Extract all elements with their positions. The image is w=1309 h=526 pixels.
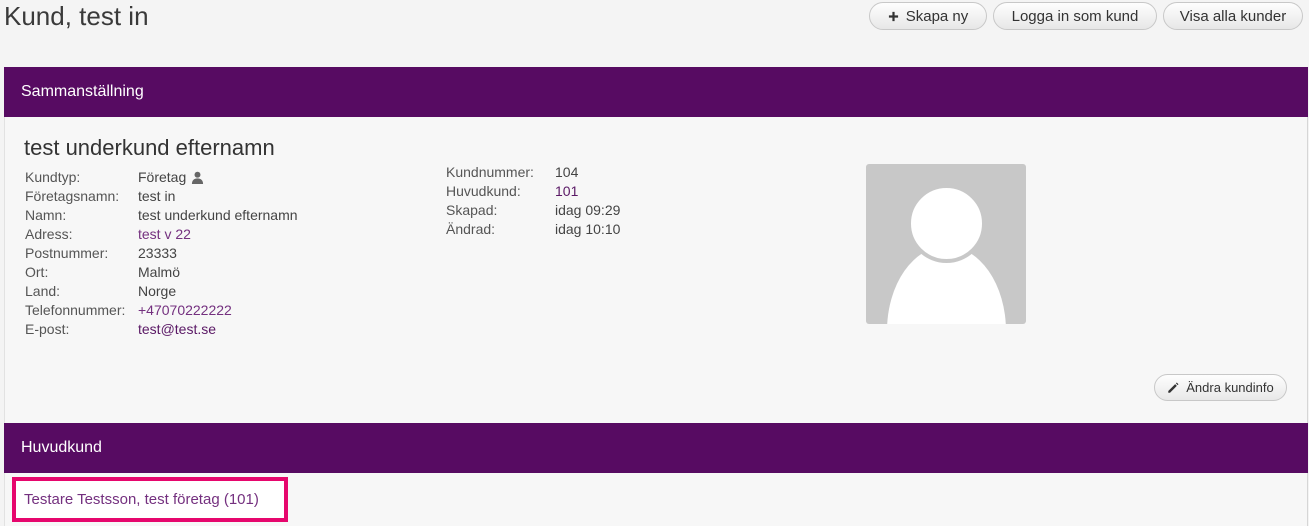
summary-panel-header: Sammanställning [4,67,1308,117]
detail-value: test underkund efternamn [138,207,298,223]
meta-row-changed: Ändrad: idag 10:10 [446,220,620,239]
detail-row-name: Namn: test underkund efternamn [25,206,298,225]
avatar-head [907,184,986,263]
detail-label: Företagsnamn: [25,188,120,204]
detail-label: Postnummer: [25,245,109,261]
email-link[interactable]: test@test.se [138,320,216,339]
meta-row-customer-number: Kundnummer: 104 [446,163,620,182]
login-as-customer-label: Logga in som kund [1011,7,1139,25]
meta-value: idag 09:29 [555,202,621,218]
meta-value: 104 [555,164,579,180]
detail-value: 23333 [138,245,177,261]
meta-label: Skapad: [446,202,498,218]
detail-row-company-name: Företagsnamn: test in [25,187,298,206]
show-all-customers-button[interactable]: Visa alla kunder [1163,2,1303,30]
meta-row-parent-customer: Huvudkund: 101 [446,182,620,201]
parent-customer-panel-header: Huvudkund [4,423,1308,473]
detail-label: Namn: [25,207,67,223]
page-title: Kund, test in [4,1,149,31]
parent-customer-number-link[interactable]: 101 [555,182,578,201]
detail-value: Norge [138,283,177,299]
edit-customer-info-button[interactable]: Ändra kundinfo [1154,374,1287,401]
meta-value: idag 10:10 [555,221,621,237]
detail-row-city: Ort: Malmö [25,263,298,282]
parent-customer-link[interactable]: Testare Testsson, test företag (101) [24,481,284,518]
meta-label: Ändrad: [446,221,496,237]
meta-label: Kundnummer: [446,164,534,180]
detail-row-address: Adress: test v 22 [25,225,298,244]
phone-link[interactable]: +47070222222 [138,301,232,320]
edit-customer-info-label: Ändra kundinfo [1186,380,1274,395]
plus-icon [888,11,899,22]
create-new-label: Skapa ny [905,7,969,25]
detail-value: Företag [138,169,187,185]
address-link[interactable]: test v 22 [138,225,191,244]
customer-details-list: Kundtyp: Företag Företagsnamn: test in N… [25,168,298,339]
detail-value: test in [138,188,176,204]
detail-label: Telefonnummer: [25,302,126,318]
show-all-customers-label: Visa alla kunder [1179,7,1287,25]
meta-label: Huvudkund: [446,183,521,199]
detail-label: Adress: [25,226,73,242]
detail-row-postal-code: Postnummer: 23333 [25,244,298,263]
login-as-customer-button[interactable]: Logga in som kund [993,2,1157,30]
meta-row-created: Skapad: idag 09:29 [446,201,620,220]
detail-label: Ort: [25,264,49,280]
detail-label: Land: [25,283,61,299]
detail-label: E-post: [25,321,70,337]
detail-row-email: E-post: test@test.se [25,320,298,339]
pencil-icon [1167,382,1179,394]
detail-row-phone: Telefonnummer: +47070222222 [25,301,298,320]
user-silhouette-icon [866,164,1026,324]
person-icon [191,171,204,184]
detail-row-customer-type: Kundtyp: Företag [25,168,298,187]
detail-label: Kundtyp: [25,169,81,185]
detail-value: Malmö [138,264,181,280]
create-new-button[interactable]: Skapa ny [869,2,987,30]
customer-name-heading: test underkund efternamn [24,135,275,160]
customer-meta-list: Kundnummer: 104 Huvudkund: 101 Skapad: i… [446,163,620,239]
highlight-box: Testare Testsson, test företag (101) [12,477,288,522]
detail-row-country: Land: Norge [25,282,298,301]
